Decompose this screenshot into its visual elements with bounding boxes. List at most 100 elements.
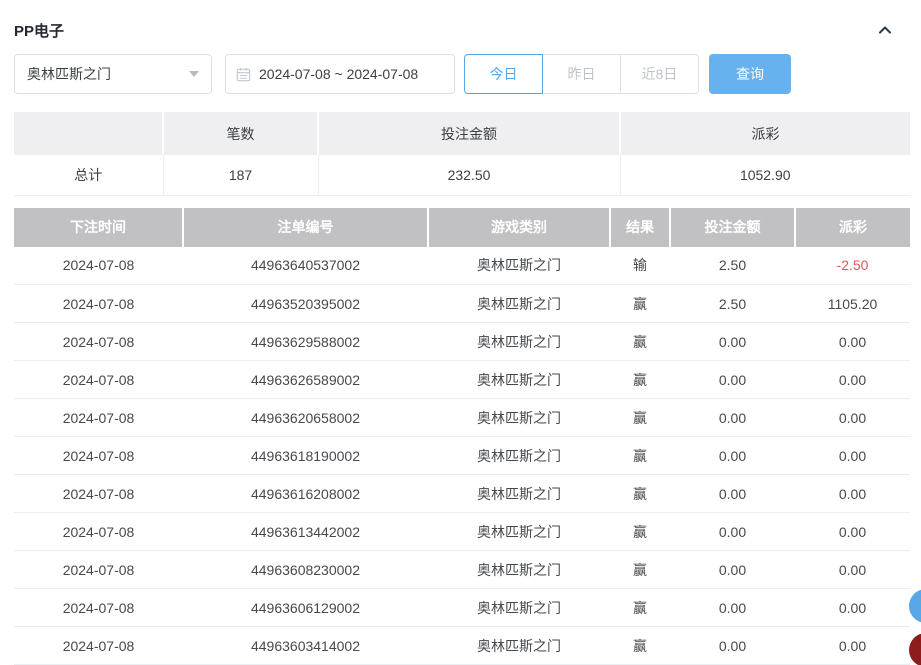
table-cell: 2024-07-08 [14, 475, 183, 513]
table-cell: 赢 [610, 437, 670, 475]
table-cell: 44963618190002 [183, 437, 428, 475]
bet-table: 下注时间 注单编号 游戏类别 结果 投注金额 派彩 2024-07-084496… [14, 208, 910, 665]
table-cell: 0.00 [670, 399, 795, 437]
bet-table-header-row: 下注时间 注单编号 游戏类别 结果 投注金额 派彩 [14, 208, 910, 247]
chevron-up-icon [877, 22, 893, 38]
table-cell: 44963608230002 [183, 551, 428, 589]
table-cell: 44963603414002 [183, 627, 428, 665]
summary-table: 笔数 投注金额 派彩 总计 187 232.50 1052.90 [14, 112, 910, 196]
table-cell: 奥林匹斯之门 [428, 437, 610, 475]
header-game-category: 游戏类别 [428, 208, 610, 247]
table-cell: 0.00 [670, 323, 795, 361]
table-row: 2024-07-0844963626589002奥林匹斯之门赢0.000.00 [14, 361, 910, 399]
table-cell: 奥林匹斯之门 [428, 551, 610, 589]
table-cell: 赢 [610, 627, 670, 665]
chat-bubble-red[interactable] [909, 633, 921, 665]
table-cell: 奥林匹斯之门 [428, 475, 610, 513]
table-cell: 2024-07-08 [14, 589, 183, 627]
table-cell: 44963629588002 [183, 323, 428, 361]
table-cell: 0.00 [795, 627, 910, 665]
table-cell: 奥林匹斯之门 [428, 399, 610, 437]
calendar-icon [236, 67, 251, 82]
bet-table-body: 2024-07-0844963640537002奥林匹斯之门输2.50-2.50… [14, 247, 910, 665]
table-row: 2024-07-0844963640537002奥林匹斯之门输2.50-2.50 [14, 247, 910, 285]
summary-header-bet-amount: 投注金额 [318, 112, 620, 155]
table-cell: 2.50 [670, 285, 795, 323]
yesterday-button[interactable]: 昨日 [542, 54, 621, 94]
header-bet-id: 注单编号 [183, 208, 428, 247]
table-cell: 0.00 [795, 513, 910, 551]
last-8-days-button[interactable]: 近8日 [620, 54, 699, 94]
caret-down-icon [189, 71, 199, 77]
table-cell: 44963520395002 [183, 285, 428, 323]
game-select[interactable]: 奥林匹斯之门 [14, 54, 212, 94]
summary-total-row: 总计 187 232.50 1052.90 [14, 155, 910, 195]
table-cell: 奥林匹斯之门 [428, 627, 610, 665]
header-result: 结果 [610, 208, 670, 247]
table-cell: 赢 [610, 475, 670, 513]
table-cell: 奥林匹斯之门 [428, 323, 610, 361]
summary-header-payout: 派彩 [620, 112, 910, 155]
panel-title: PP电子 [14, 20, 64, 41]
search-button[interactable]: 查询 [709, 54, 791, 94]
date-range-picker[interactable]: 2024-07-08 ~ 2024-07-08 [225, 54, 455, 94]
table-cell: 0.00 [670, 513, 795, 551]
table-cell: 0.00 [670, 589, 795, 627]
summary-total-label: 总计 [14, 155, 163, 195]
table-cell: 赢 [610, 323, 670, 361]
table-cell: 44963640537002 [183, 247, 428, 285]
summary-total-count: 187 [163, 155, 318, 195]
table-cell: 2.50 [670, 247, 795, 285]
filter-row: 奥林匹斯之门 2024-07-08 ~ 2024-07-08 今日 昨日 近8日… [14, 54, 910, 94]
table-cell: 2024-07-08 [14, 513, 183, 551]
header-bet-amount: 投注金额 [670, 208, 795, 247]
summary-header-empty [14, 112, 163, 155]
table-cell: 0.00 [670, 551, 795, 589]
table-cell: 0.00 [670, 475, 795, 513]
table-cell: 0.00 [795, 551, 910, 589]
header-bet-time: 下注时间 [14, 208, 183, 247]
table-cell: 2024-07-08 [14, 627, 183, 665]
table-cell: 0.00 [795, 323, 910, 361]
table-cell: 0.00 [795, 589, 910, 627]
table-cell: 44963620658002 [183, 399, 428, 437]
table-cell: 赢 [610, 513, 670, 551]
header-payout: 派彩 [795, 208, 910, 247]
table-row: 2024-07-0844963606129002奥林匹斯之门赢0.000.00 [14, 589, 910, 627]
table-cell: 44963613442002 [183, 513, 428, 551]
table-cell: 2024-07-08 [14, 437, 183, 475]
table-cell: 奥林匹斯之门 [428, 589, 610, 627]
summary-total-bet-amount: 232.50 [318, 155, 620, 195]
table-cell: 2024-07-08 [14, 247, 183, 285]
table-cell: 奥林匹斯之门 [428, 361, 610, 399]
table-row: 2024-07-0844963520395002奥林匹斯之门赢2.501105.… [14, 285, 910, 323]
table-cell: 赢 [610, 285, 670, 323]
table-cell: 赢 [610, 399, 670, 437]
table-cell: 44963626589002 [183, 361, 428, 399]
table-row: 2024-07-0844963613442002奥林匹斯之门赢0.000.00 [14, 513, 910, 551]
summary-total-payout: 1052.90 [620, 155, 910, 195]
panel-header: PP电子 [14, 0, 910, 42]
table-cell: 0.00 [795, 399, 910, 437]
game-select-value: 奥林匹斯之门 [27, 64, 111, 84]
table-cell: 奥林匹斯之门 [428, 513, 610, 551]
table-cell: 0.00 [670, 361, 795, 399]
table-row: 2024-07-0844963620658002奥林匹斯之门赢0.000.00 [14, 399, 910, 437]
table-cell: 2024-07-08 [14, 323, 183, 361]
table-cell: 44963616208002 [183, 475, 428, 513]
today-button[interactable]: 今日 [464, 54, 543, 94]
table-cell: 赢 [610, 361, 670, 399]
collapse-panel-button[interactable] [874, 19, 896, 41]
summary-header-row: 笔数 投注金额 派彩 [14, 112, 910, 155]
table-cell: -2.50 [795, 247, 910, 285]
table-cell: 44963606129002 [183, 589, 428, 627]
quick-date-buttons: 今日 昨日 近8日 [464, 54, 699, 94]
table-cell: 0.00 [795, 475, 910, 513]
table-cell: 1105.20 [795, 285, 910, 323]
table-cell: 奥林匹斯之门 [428, 247, 610, 285]
chat-bubble-blue[interactable] [909, 589, 921, 623]
table-cell: 0.00 [670, 437, 795, 475]
table-cell: 赢 [610, 589, 670, 627]
table-cell: 0.00 [670, 627, 795, 665]
table-cell: 0.00 [795, 437, 910, 475]
